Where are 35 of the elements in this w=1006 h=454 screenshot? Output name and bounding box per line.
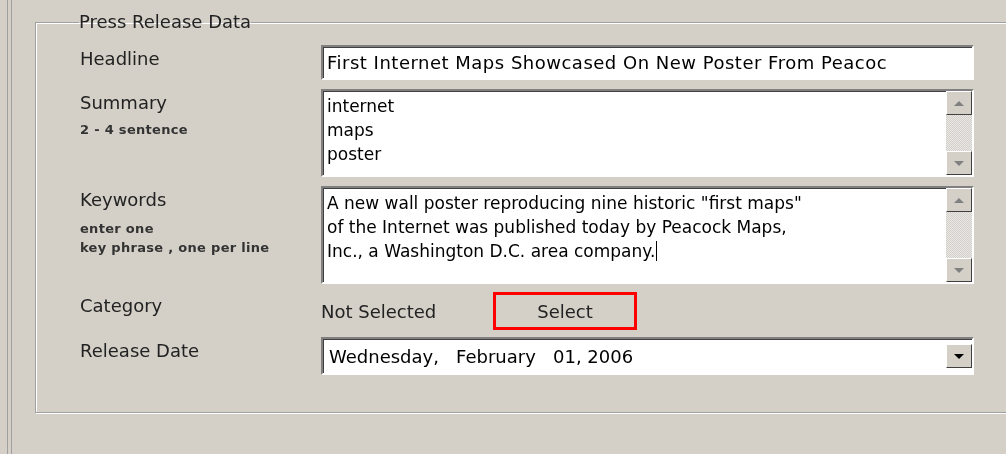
triangle-down-icon [953,266,965,274]
scrollbar[interactable] [946,91,972,175]
field-label: Keywords [80,189,168,211]
text-cursor [656,241,658,261]
text-line: Inc., a Washington D.C. area company. [327,240,656,263]
scroll-down-button[interactable] [946,151,972,175]
category-value: Not Selected [321,299,438,324]
text-line: poster [327,143,382,166]
text-field[interactable]: First Internet Maps Showcased On New Poster From Peacoc [321,45,974,80]
field-label: Headline [80,48,161,70]
date-dropdown[interactable]: Wednesday, February 01, 2006 [321,337,974,375]
hint-text: enter one [80,220,155,238]
text-area[interactable]: A new wall poster reproducing nine historic "first maps" of the Internet was published today by Peacock Maps, Inc., a Washington D.C. area company. [321,186,974,284]
scroll-up-button[interactable] [946,188,972,212]
text-line: A new wall poster reproducing nine historic "first maps" [327,192,802,215]
text-line: maps [327,119,374,142]
text-line: internet [327,95,395,118]
triangle-up-icon [953,99,965,107]
text-line: of the Internet was published today by Peacock Maps, [327,216,787,239]
hint-text: key phrase , one per line [80,239,271,257]
date-value: Wednesday, February 01, 2006 [328,344,635,369]
field-label: Summary [80,92,168,114]
group-title: Press Release Data [79,11,252,33]
scrollbar[interactable] [946,188,972,282]
dropdown-button[interactable] [946,344,972,368]
scroll-down-button[interactable] [946,258,972,282]
scroll-up-button[interactable] [946,91,972,115]
field-label: Category [80,295,164,317]
triangle-down-icon [953,159,965,167]
triangle-down-icon [953,352,965,360]
field-label: Release Date [80,340,201,362]
select-button[interactable]: Select [493,292,637,330]
text-area[interactable]: internet maps poster [321,89,974,177]
triangle-up-icon [953,196,965,204]
hint-text: 2 - 4 sentence [80,121,189,139]
